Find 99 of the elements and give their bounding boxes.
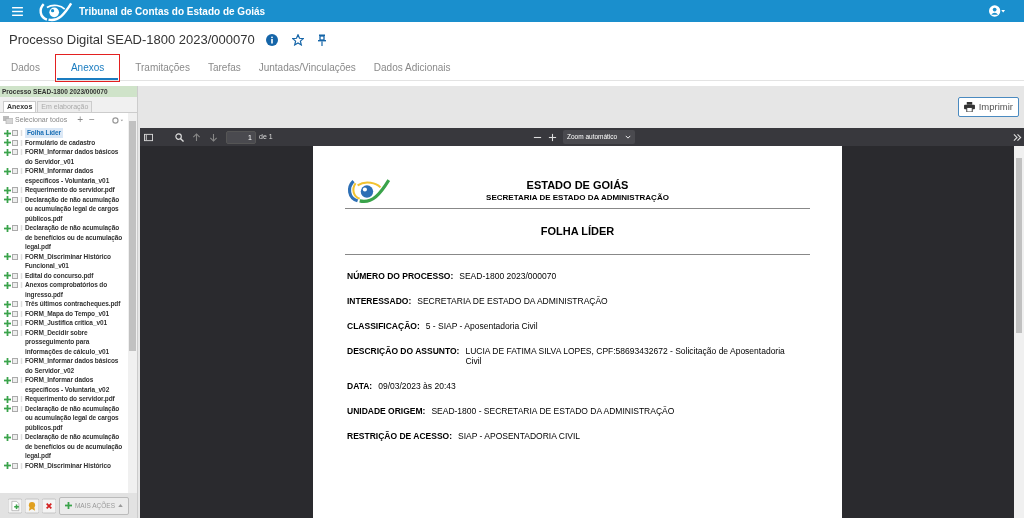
grip-icon[interactable] (20, 358, 23, 364)
add-icon (64, 502, 72, 509)
tab[interactable]: Dados Adicionais (364, 56, 460, 80)
tab[interactable]: Dados (2, 56, 49, 80)
add-icon[interactable] (4, 376, 11, 384)
grip-icon[interactable] (20, 434, 23, 440)
collapse-button[interactable]: − (89, 115, 95, 125)
printer-icon (963, 102, 975, 112)
checkbox[interactable] (12, 358, 18, 364)
info-icon[interactable] (265, 34, 278, 46)
expand-button[interactable]: + (77, 115, 83, 125)
add-icon[interactable] (4, 167, 11, 175)
scrollbar[interactable] (128, 113, 137, 493)
settings-icon[interactable] (112, 116, 124, 124)
menu-icon[interactable] (12, 6, 23, 16)
add-icon[interactable] (4, 319, 11, 327)
field-label: UNIDADE ORIGEM: (347, 406, 426, 416)
field-label: CLASSIFICAÇÃO: (347, 321, 420, 331)
field-value: SIAP - APOSENTADORIA CIVIL (458, 431, 581, 441)
grip-icon[interactable] (20, 225, 23, 231)
add-icon[interactable] (4, 281, 11, 289)
print-label: Imprimir (978, 99, 1013, 114)
delete-icon[interactable] (41, 496, 56, 515)
checkbox[interactable] (12, 405, 18, 412)
logo-icon (345, 177, 391, 204)
add-icon[interactable] (4, 272, 11, 279)
new-document-icon[interactable] (8, 496, 22, 515)
field-label: NÚMERO DO PROCESSO: (347, 271, 454, 281)
grip-icon[interactable] (20, 377, 23, 383)
arrow-up-icon[interactable] (192, 132, 201, 142)
double-chevron-icon[interactable] (1013, 132, 1022, 142)
app-title: Tribunal de Contas do Estado de Goiás (79, 4, 266, 19)
checkbox[interactable] (12, 310, 18, 317)
page-title: Processo Digital SEAD-1800 2023/000070 (9, 31, 255, 50)
star-icon[interactable] (291, 34, 304, 46)
chevron-down-icon (625, 135, 632, 139)
checkbox[interactable] (12, 377, 18, 383)
search-icon[interactable] (175, 132, 184, 142)
add-icon[interactable] (4, 405, 11, 412)
arrow-down-icon[interactable] (209, 132, 218, 142)
add-icon[interactable] (4, 224, 11, 232)
checkbox[interactable] (12, 301, 18, 307)
field-label: RESTRIÇÃO DE ACESSO: (347, 431, 452, 441)
grip-icon[interactable] (20, 462, 23, 469)
checkbox[interactable] (12, 253, 18, 260)
field-value: 5 - SIAP - Aposentadoria Civil (425, 321, 538, 331)
add-icon[interactable] (4, 148, 11, 156)
checkbox[interactable] (12, 282, 18, 288)
add-icon[interactable] (4, 186, 11, 194)
pin-icon[interactable] (317, 34, 326, 46)
field-value: 09/03/2023 às 20:43 (378, 381, 456, 391)
checkbox[interactable] (12, 225, 18, 231)
field-value: SECRETARIA DE ESTADO DA ADMINISTRAÇÃO (417, 296, 608, 306)
add-icon[interactable] (4, 329, 11, 336)
add-icon[interactable] (4, 196, 11, 203)
tab[interactable]: Tramitações (126, 56, 199, 80)
add-icon[interactable] (4, 462, 11, 469)
checkbox[interactable] (12, 139, 18, 146)
grip-icon[interactable] (20, 168, 23, 174)
checkbox[interactable] (12, 196, 18, 203)
field-label: DATA: (347, 381, 373, 391)
sidebar-toggle-icon[interactable] (144, 132, 153, 142)
checkbox[interactable] (12, 320, 18, 326)
document-title: FOLHA LÍDER (540, 224, 615, 240)
document-department: SECRETARIA DE ESTADO DA ADMINISTRAÇÃO (486, 191, 669, 203)
document-org: ESTADO DE GOIÁS (526, 178, 629, 192)
field-label: DESCRIÇÃO DO ASSUNTO: (347, 346, 460, 358)
checkbox[interactable] (12, 130, 18, 136)
field-label: INTERESSADO: (347, 296, 412, 306)
checkbox[interactable] (12, 168, 18, 174)
checkbox[interactable] (12, 396, 18, 402)
field-value: SEAD-1800 - SECRETARIA DE ESTADO DA ADMINISTRAÇÃO (431, 406, 675, 416)
add-icon[interactable] (4, 357, 11, 365)
checkbox[interactable] (12, 187, 18, 193)
add-icon[interactable] (4, 300, 11, 308)
print-button[interactable]: Imprimir (957, 97, 1019, 117)
add-icon[interactable] (4, 310, 11, 317)
field-value: LUCIA DE FATIMA SILVA LOPES, CPF:58693432672 - Solicitação de Aposentadoria Civil (465, 346, 786, 366)
checkbox[interactable] (12, 149, 18, 155)
tab[interactable]: Juntadas/Vinculações (249, 56, 365, 80)
user-account-icon[interactable] (989, 5, 1006, 17)
checkbox[interactable] (12, 434, 18, 440)
checkbox[interactable] (12, 272, 18, 279)
add-icon[interactable] (4, 433, 11, 441)
scrollbar[interactable] (1014, 146, 1024, 518)
add-icon[interactable] (4, 139, 11, 146)
seal-icon[interactable] (24, 496, 39, 515)
grip-icon[interactable] (20, 253, 23, 260)
select-all-icon[interactable] (3, 116, 13, 124)
field-value: SEAD-1800 2023/000070 (459, 271, 557, 281)
caret-icon (118, 504, 123, 507)
tab[interactable]: Tarefas (198, 56, 250, 80)
checkbox[interactable] (12, 462, 18, 469)
add-icon[interactable] (4, 253, 11, 260)
add-icon[interactable] (4, 129, 11, 137)
add-icon[interactable] (4, 395, 11, 403)
zoom-in-icon[interactable] (548, 132, 557, 142)
checkbox[interactable] (12, 329, 18, 336)
tab[interactable]: Anexos (56, 56, 119, 80)
